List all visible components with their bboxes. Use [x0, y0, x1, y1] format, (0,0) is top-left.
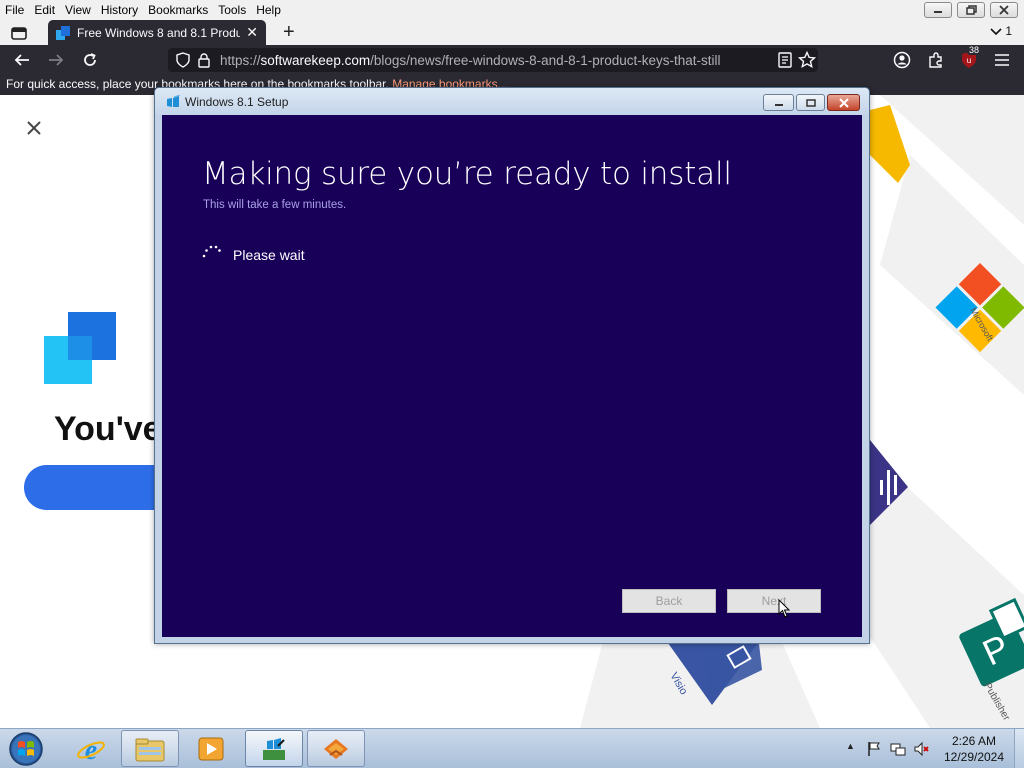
taskbar-windows-setup[interactable] [245, 730, 303, 767]
reader-view-button[interactable] [776, 51, 794, 69]
active-tab[interactable]: Free Windows 8 and 8.1 Product Keys That… [48, 20, 266, 45]
office-logo-icon [870, 105, 910, 183]
maximize-icon [805, 98, 816, 107]
setup-window: Windows 8.1 Setup Making sure you’re rea… [154, 87, 870, 644]
minimize-icon [934, 11, 942, 13]
browser-minimize-button[interactable] [924, 2, 952, 18]
back-button[interactable]: Back [622, 589, 716, 613]
arrow-right-icon [49, 54, 64, 66]
setup-minimize-button[interactable] [763, 94, 794, 111]
reader-view-icon [778, 52, 792, 68]
back-button[interactable] [12, 51, 32, 69]
menu-bookmarks[interactable]: Bookmarks [143, 0, 213, 20]
firefox-view-icon [11, 27, 27, 40]
taskbar-file-explorer[interactable] [121, 730, 179, 767]
new-tab-button[interactable]: + [283, 22, 295, 42]
tab-title: Free Windows 8 and 8.1 Product Keys That… [77, 25, 241, 40]
clock-time: 2:26 AM [951, 734, 997, 748]
clock-date: 12/29/2024 [943, 750, 1005, 764]
internet-explorer-icon: e [77, 735, 105, 764]
status-text: Please wait [233, 247, 305, 263]
taskbar-media-player[interactable] [182, 730, 240, 767]
star-icon [798, 51, 816, 69]
puzzle-icon [929, 52, 942, 68]
taskbar-firefox[interactable] [307, 730, 365, 767]
menu-bar: File Edit View History Bookmarks Tools H… [0, 0, 1024, 20]
setup-maximize-button[interactable] [796, 94, 825, 111]
windows-setup-icon [263, 737, 285, 760]
setup-titlebar[interactable]: Windows 8.1 Setup [155, 88, 869, 115]
action-center-flag-icon[interactable] [866, 741, 882, 757]
menu-view[interactable]: View [60, 0, 96, 20]
arrow-left-icon [14, 54, 29, 66]
taskbar: e ▲ 2:26 AM 12/29/2024 [0, 728, 1024, 768]
extensions-button[interactable] [927, 51, 945, 69]
browser-close-button[interactable] [990, 2, 1018, 18]
hamburger-menu-icon [995, 54, 1009, 66]
list-all-tabs-button[interactable]: 1 [990, 24, 1012, 38]
restore-icon [965, 5, 977, 15]
setup-content: Making sure you’re ready to install This… [162, 115, 862, 637]
setup-window-title: Windows 8.1 Setup [185, 95, 289, 109]
menu-edit[interactable]: Edit [29, 0, 60, 20]
show-hidden-icons-button[interactable]: ▲ [846, 741, 855, 751]
address-bar[interactable]: https://softwarekeep.com/blogs/news/free… [168, 48, 818, 72]
setup-subtitle: This will take a few minutes. [203, 199, 347, 211]
minimize-icon [774, 103, 783, 106]
loading-spinner-icon [202, 245, 221, 258]
menu-file[interactable]: File [0, 0, 29, 20]
url-scheme: https:// [220, 52, 261, 68]
tab-close-icon[interactable]: ✕ [246, 24, 258, 41]
menu-history[interactable]: History [96, 0, 143, 20]
menu-tools[interactable]: Tools [213, 0, 251, 20]
network-icon[interactable] [890, 741, 906, 757]
show-desktop-button[interactable] [1014, 729, 1024, 768]
windows-setup-icon [167, 95, 181, 107]
reload-button[interactable] [80, 51, 100, 69]
softwarekeep-favicon-icon [56, 25, 70, 40]
tracking-protection-shield-icon[interactable] [176, 52, 190, 68]
app-menu-button[interactable] [993, 51, 1011, 69]
browser-restore-button[interactable] [957, 2, 985, 18]
firefox-icon [324, 738, 348, 759]
taskbar-internet-explorer[interactable]: e [62, 730, 120, 767]
ublock-count-badge: 38 [967, 45, 982, 55]
browser-window-controls [924, 2, 1018, 18]
page-heading: You've [54, 410, 162, 448]
setup-heading: Making sure you’re ready to install [202, 156, 732, 192]
navigation-toolbar: https://softwarekeep.com/blogs/news/free… [0, 45, 1024, 75]
start-orb-icon [9, 732, 43, 766]
svg-text:e: e [85, 735, 97, 764]
file-explorer-icon [135, 738, 165, 761]
svg-text:u: u [967, 56, 971, 65]
close-icon [27, 121, 41, 135]
url-path: /blogs/news/free-windows-8-and-8-1-produ… [370, 52, 721, 68]
forward-button[interactable] [46, 51, 66, 69]
tabs-count: 1 [1005, 24, 1012, 38]
close-icon [999, 5, 1009, 15]
url-domain: softwarekeep.com [260, 52, 371, 68]
lock-icon[interactable] [198, 52, 210, 68]
setup-close-button[interactable] [827, 94, 860, 111]
reload-icon [84, 53, 96, 66]
mouse-cursor-icon [778, 599, 790, 618]
start-button[interactable] [6, 731, 46, 767]
tab-bar: Free Windows 8 and 8.1 Product Keys That… [0, 20, 1024, 45]
taskbar-clock[interactable]: 2:26 AM 12/29/2024 [940, 733, 1008, 765]
media-player-icon [198, 737, 224, 760]
account-icon [893, 51, 911, 69]
account-button[interactable] [893, 51, 911, 69]
bookmark-star-button[interactable] [798, 51, 816, 69]
close-icon [838, 97, 849, 108]
next-button[interactable]: Next [727, 589, 821, 613]
firefox-view-button[interactable] [8, 24, 30, 42]
menu-help[interactable]: Help [251, 0, 286, 20]
page-close-button[interactable] [24, 118, 44, 138]
volume-muted-icon[interactable] [914, 741, 930, 757]
softwarekeep-logo-icon [44, 312, 116, 384]
chevron-down-icon [990, 28, 1002, 35]
